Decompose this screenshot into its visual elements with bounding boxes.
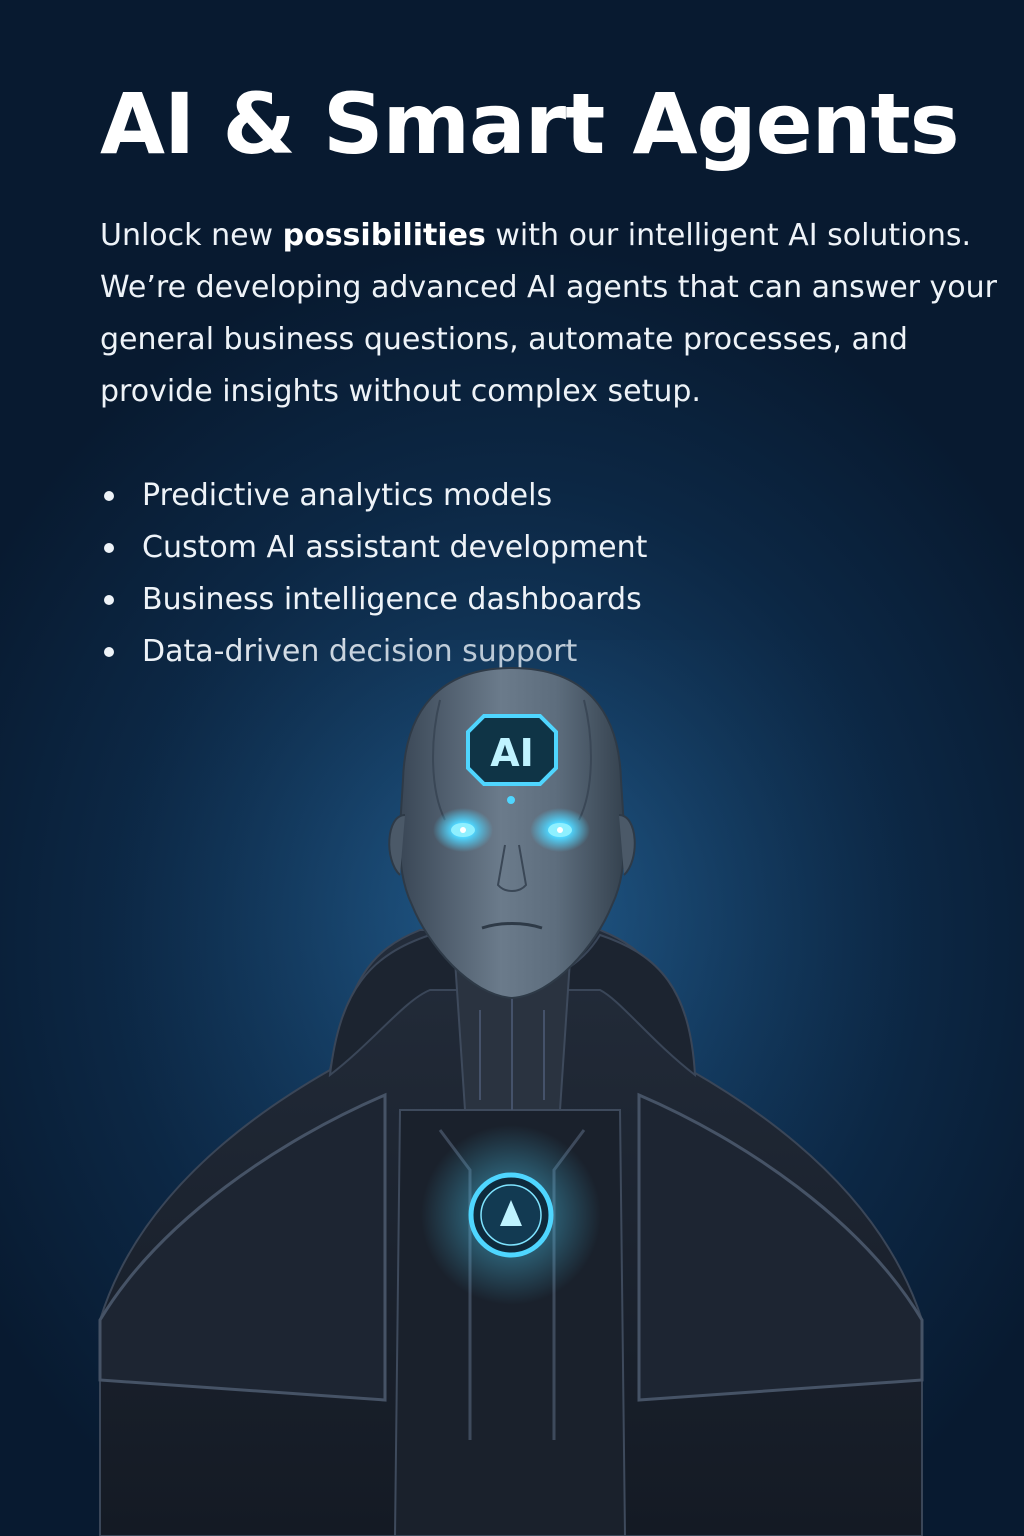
- ai-badge-text: AI: [490, 731, 534, 775]
- android-illustration: AI: [0, 640, 1024, 1536]
- feature-label: Custom AI assistant development: [142, 530, 648, 565]
- feature-label: Predictive analytics models: [142, 478, 553, 513]
- bullet-icon: [104, 595, 114, 605]
- list-item: Business intelligence dashboards: [100, 574, 1000, 626]
- bullet-icon: [104, 491, 114, 501]
- list-item: Predictive analytics models: [100, 470, 1000, 522]
- intro-emphasis: possibilities: [282, 218, 486, 253]
- bullet-icon: [104, 543, 114, 553]
- feature-label: Business intelligence dashboards: [142, 582, 642, 617]
- intro-text-start: Unlock new: [100, 218, 283, 253]
- intro-paragraph: Unlock new possibilities with our intell…: [100, 210, 1000, 418]
- page-title: AI & Smart Agents: [100, 75, 960, 173]
- hero-section: AI & Smart Agents Unlock new possibiliti…: [100, 74, 1000, 678]
- list-item: Custom AI assistant development: [100, 522, 1000, 574]
